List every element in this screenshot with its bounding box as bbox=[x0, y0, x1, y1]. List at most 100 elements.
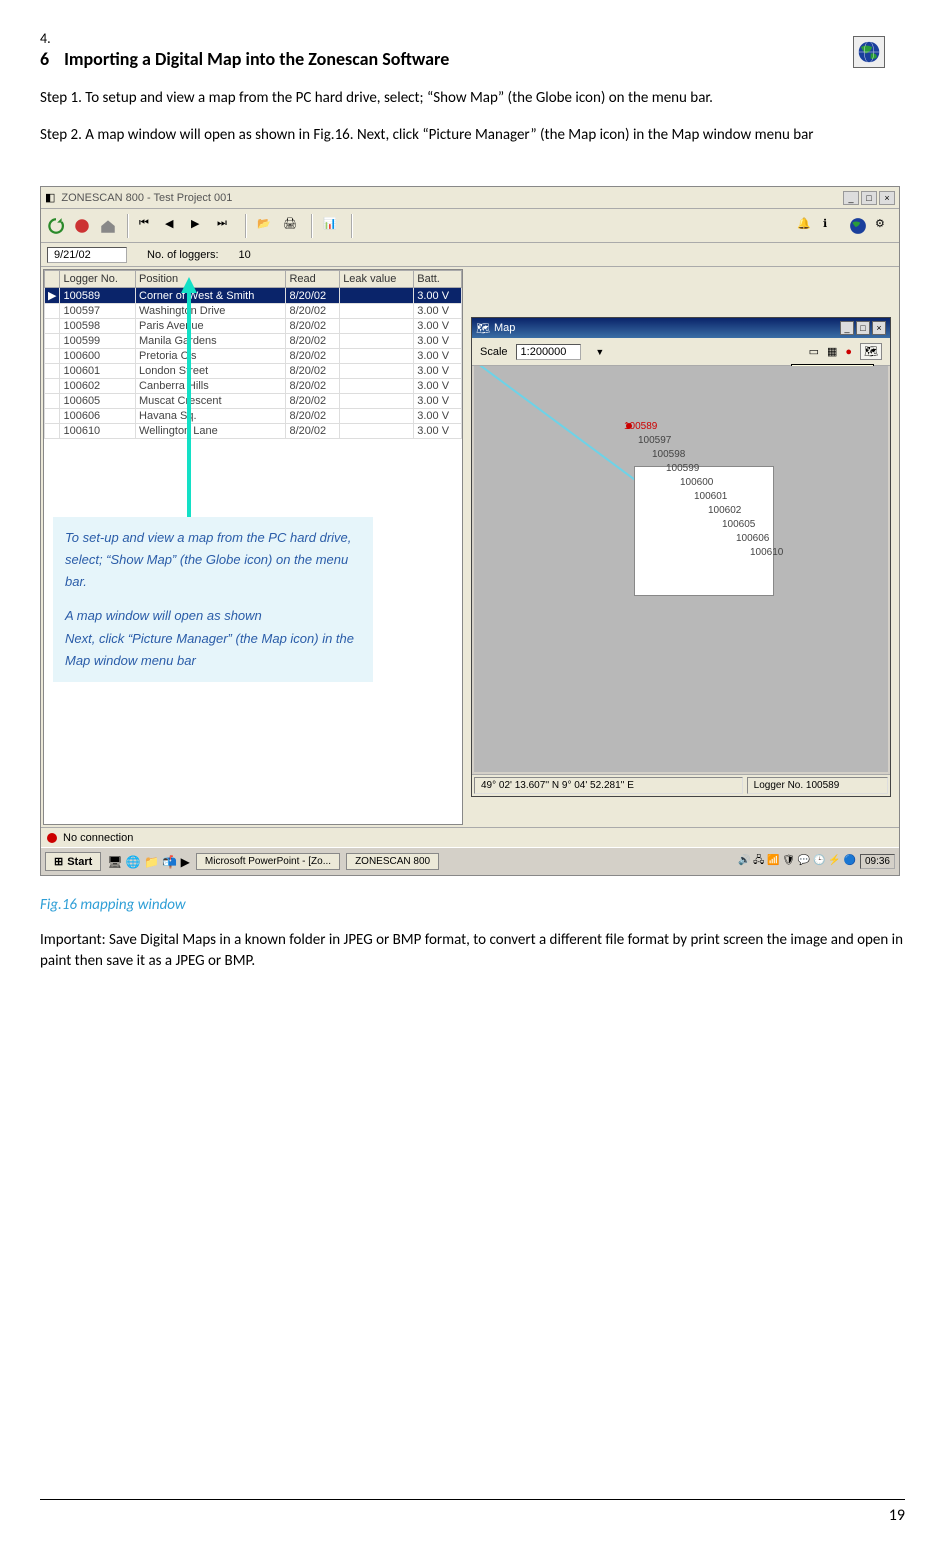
important-note: Important: Save Digital Maps in a known … bbox=[40, 930, 905, 972]
table-row[interactable]: 100597Washington Drive8/20/023.00 V bbox=[45, 304, 462, 319]
step-2-text: Step 2. A map window will open as shown … bbox=[40, 125, 905, 146]
map-logger-label: 100597 bbox=[638, 435, 671, 446]
prev-icon[interactable]: ◀ bbox=[165, 217, 183, 235]
col-logger-no[interactable]: Logger No. bbox=[60, 271, 136, 288]
map-max-button[interactable]: □ bbox=[856, 321, 870, 335]
next-icon[interactable]: ▶ bbox=[191, 217, 209, 235]
logger-table: Logger No. Position Read Leak value Batt… bbox=[44, 270, 462, 439]
callout-p2b: Next, click “Picture Manager” (the Map i… bbox=[65, 628, 361, 672]
map-tool-b-icon[interactable]: ▦ bbox=[827, 345, 837, 358]
map-tool-a-icon[interactable]: ▭ bbox=[809, 345, 819, 358]
map-window-title: Map bbox=[494, 322, 515, 334]
open-icon[interactable]: 📂 bbox=[257, 217, 275, 235]
app-titlebar: ◧ ZONESCAN 800 - Test Project 001 _ □ × bbox=[41, 187, 899, 209]
connection-status-text: No connection bbox=[63, 832, 133, 844]
globe-icon bbox=[853, 36, 885, 68]
task-item-ppt[interactable]: Microsoft PowerPoint - [Zo... bbox=[196, 853, 340, 870]
map-close-button[interactable]: × bbox=[872, 321, 886, 335]
start-button[interactable]: ⊞ Start bbox=[45, 852, 101, 871]
tray-icons[interactable]: 🔊 🖧 📶 🛡 💬 🕒 ⚡ 🔵 bbox=[738, 853, 856, 870]
table-row[interactable]: 100600Pretoria Cls8/20/023.00 V bbox=[45, 349, 462, 364]
table-row[interactable]: 100602Canberra Hills8/20/023.00 V bbox=[45, 379, 462, 394]
window-menu-icon[interactable]: ◧ bbox=[45, 191, 55, 204]
taskbar: ⊞ Start 🖥 🌐 📁 📬 ▶ Microsoft PowerPoint -… bbox=[41, 847, 899, 875]
quick-launch-icons[interactable]: 🖥 🌐 📁 📬 ▶ bbox=[107, 855, 190, 869]
tool-a-icon[interactable]: 🔔 bbox=[797, 217, 815, 235]
last-icon[interactable]: ⏭ bbox=[217, 217, 235, 235]
map-toolbar: Scale 1:200000 ▼ ▭ ▦ ● 🗺 Picture manager bbox=[472, 338, 890, 366]
refresh-icon[interactable] bbox=[47, 217, 65, 235]
scale-label: Scale bbox=[480, 346, 508, 358]
map-canvas[interactable]: 100589 100597 100598 100599 100600 100601 1006… bbox=[474, 366, 888, 772]
stop-icon[interactable] bbox=[73, 217, 91, 235]
figure-caption: Fig.16 mapping window bbox=[40, 896, 905, 914]
date-field[interactable]: 9/21/02 bbox=[47, 247, 127, 263]
home-icon[interactable] bbox=[99, 217, 117, 235]
section-title: Importing a Digital Map into the Zonesca… bbox=[64, 48, 449, 70]
instruction-callout: To set-up and view a map from the PC har… bbox=[53, 517, 373, 682]
windows-icon: ⊞ bbox=[54, 855, 63, 868]
col-leak[interactable]: Leak value bbox=[340, 271, 414, 288]
col-batt[interactable]: Batt. bbox=[414, 271, 462, 288]
callout-p2a: A map window will open as shown bbox=[65, 605, 361, 627]
table-row[interactable]: 100610Wellington Lane8/20/023.00 V bbox=[45, 424, 462, 439]
section-number-a: 4. bbox=[40, 30, 449, 48]
screenshot-figure: ◧ ZONESCAN 800 - Test Project 001 _ □ × … bbox=[40, 186, 900, 876]
picture-manager-icon[interactable]: 🗺 bbox=[860, 343, 882, 360]
table-row[interactable]: 100598Paris Avenue8/20/023.00 V bbox=[45, 319, 462, 334]
page-header: 4. 6 Importing a Digital Map into the Zo… bbox=[40, 30, 905, 70]
callout-arrow bbox=[179, 277, 199, 537]
task-item-zonescan[interactable]: ZONESCAN 800 bbox=[346, 853, 439, 870]
scale-select[interactable]: 1:200000 bbox=[516, 344, 582, 360]
map-logger-label: 100589 bbox=[624, 421, 657, 432]
map-logger-label: 100605 bbox=[722, 519, 755, 530]
tool-c-icon[interactable]: ⚙ bbox=[875, 217, 893, 235]
table-row[interactable]: 100599Manila Gardens8/20/023.00 V bbox=[45, 334, 462, 349]
print-icon[interactable]: 🖨 bbox=[283, 217, 301, 235]
map-window: 🗺 Map _ □ × Scale 1:200000 ▼ ▭ ▦ ● bbox=[471, 317, 891, 797]
date-bar: 9/21/02 No. of loggers: 10 bbox=[41, 243, 899, 267]
tool-b-icon[interactable]: ℹ bbox=[823, 217, 841, 235]
map-record-icon[interactable]: ● bbox=[845, 346, 852, 358]
minimize-button[interactable]: _ bbox=[843, 191, 859, 205]
map-logger-label: 100598 bbox=[652, 449, 685, 460]
loggers-label: No. of loggers: bbox=[147, 249, 219, 261]
table-row[interactable]: 100606Havana Sq.8/20/023.00 V bbox=[45, 409, 462, 424]
step-1-text: Step 1. To setup and view a map from the… bbox=[40, 88, 905, 109]
main-area: Logger No. Position Read Leak value Batt… bbox=[41, 267, 899, 827]
map-logger-label: 100600 bbox=[680, 477, 713, 488]
map-titlebar: 🗺 Map _ □ × bbox=[472, 318, 890, 338]
map-window-icon: 🗺 bbox=[476, 322, 490, 335]
clock: 09:36 bbox=[860, 854, 895, 869]
scale-dropdown-icon[interactable]: ▼ bbox=[595, 347, 604, 357]
map-logger-label: 100601 bbox=[694, 491, 727, 502]
show-map-icon[interactable] bbox=[849, 217, 867, 235]
col-read[interactable]: Read bbox=[286, 271, 340, 288]
chart-icon[interactable]: 📊 bbox=[323, 217, 341, 235]
maximize-button[interactable]: □ bbox=[861, 191, 877, 205]
table-row[interactable]: 100601London Street8/20/023.00 V bbox=[45, 364, 462, 379]
page-footer: 19 bbox=[40, 1499, 905, 1525]
page-number: 19 bbox=[889, 1506, 905, 1525]
close-button[interactable]: × bbox=[879, 191, 895, 205]
connection-status-icon bbox=[47, 833, 57, 843]
map-logger-label: 100610 bbox=[750, 547, 783, 558]
table-row[interactable]: ▶100589Corner of West & Smith8/20/023.00… bbox=[45, 288, 462, 304]
map-statusbar: 49° 02' 13.607'' N 9° 04' 52.281'' E Log… bbox=[472, 774, 890, 796]
first-icon[interactable]: ⏮ bbox=[139, 217, 157, 235]
map-logger-status: Logger No. 100589 bbox=[747, 777, 888, 794]
col-position[interactable]: Position bbox=[136, 271, 286, 288]
callout-p1: To set-up and view a map from the PC har… bbox=[65, 527, 361, 593]
map-logger-label: 100599 bbox=[666, 463, 699, 474]
app-statusbar: No connection bbox=[41, 827, 899, 847]
map-logger-label: 100606 bbox=[736, 533, 769, 544]
main-toolbar: ⏮ ◀ ▶ ⏭ 📂 🖨 📊 🔔 ℹ ⚙ bbox=[41, 209, 899, 243]
table-row[interactable]: 100605Muscat Crescent8/20/023.00 V bbox=[45, 394, 462, 409]
map-coords: 49° 02' 13.607'' N 9° 04' 52.281'' E bbox=[474, 777, 743, 794]
app-title: ZONESCAN 800 - Test Project 001 bbox=[61, 192, 843, 204]
map-min-button[interactable]: _ bbox=[840, 321, 854, 335]
system-tray: 🔊 🖧 📶 🛡 💬 🕒 ⚡ 🔵 09:36 bbox=[738, 853, 895, 870]
section-number-b: 6 bbox=[40, 48, 49, 70]
right-pane: 🗺 Map _ □ × Scale 1:200000 ▼ ▭ ▦ ● bbox=[465, 267, 899, 827]
map-logger-label: 100602 bbox=[708, 505, 741, 516]
